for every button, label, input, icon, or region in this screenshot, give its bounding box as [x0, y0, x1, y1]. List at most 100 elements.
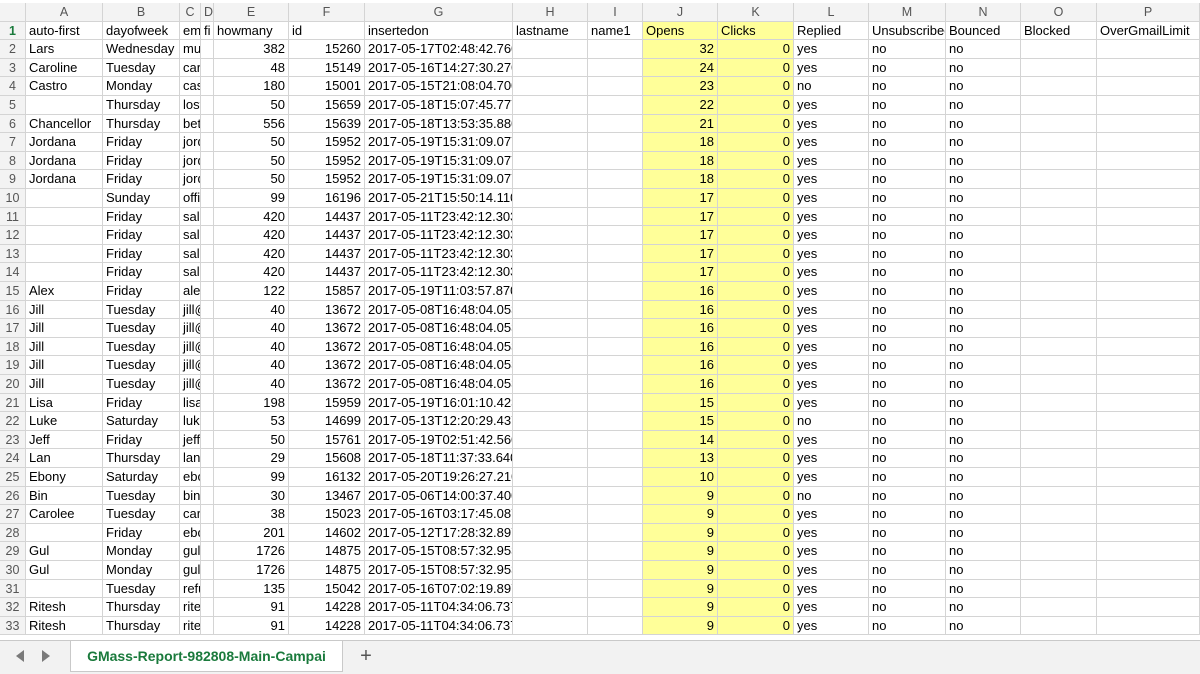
table-cell[interactable] — [1097, 244, 1200, 264]
table-cell[interactable]: lukejo — [180, 412, 201, 431]
table-cell[interactable]: 556 — [214, 114, 289, 134]
table-cell[interactable]: 0 — [718, 40, 794, 59]
table-cell[interactable]: alex@ — [180, 282, 201, 301]
table-cell[interactable]: no — [946, 468, 1021, 487]
table-cell[interactable]: 2017-05-11T04:34:06.737Z — [365, 616, 513, 636]
column-header-l[interactable]: L — [794, 3, 869, 22]
table-cell[interactable]: no — [946, 151, 1021, 171]
select-all-corner[interactable] — [0, 3, 26, 22]
table-cell[interactable]: 0 — [718, 337, 794, 357]
table-cell[interactable]: Bin — [26, 486, 103, 506]
table-cell[interactable]: ebony — [180, 468, 201, 487]
table-cell[interactable]: 16 — [643, 375, 718, 394]
table-cell[interactable]: yes — [794, 114, 869, 134]
table-cell[interactable]: 13672 — [289, 356, 365, 375]
table-cell[interactable]: 50 — [214, 96, 289, 115]
table-cell[interactable]: jill@s — [180, 337, 201, 357]
table-cell[interactable]: Carolee — [26, 505, 103, 524]
table-cell[interactable]: 2017-05-11T23:42:12.303Z — [365, 226, 513, 245]
table-cell[interactable] — [1021, 505, 1097, 524]
table-cell[interactable] — [201, 486, 214, 506]
table-cell[interactable]: 420 — [214, 226, 289, 245]
table-cell[interactable]: 14228 — [289, 616, 365, 636]
column-header-i[interactable]: I — [588, 3, 643, 22]
header-cell-p[interactable]: OverGmailLimit — [1097, 21, 1200, 41]
table-cell[interactable] — [1097, 300, 1200, 320]
row-number[interactable]: 17 — [0, 319, 26, 338]
table-cell[interactable]: yes — [794, 337, 869, 357]
table-cell[interactable]: yes — [794, 523, 869, 543]
table-cell[interactable] — [201, 77, 214, 96]
table-cell[interactable]: 0 — [718, 375, 794, 394]
table-cell[interactable]: Friday — [103, 207, 180, 227]
table-cell[interactable]: 2017-05-18T11:37:33.640Z — [365, 449, 513, 468]
table-cell[interactable]: 2017-05-15T08:57:32.953Z — [365, 561, 513, 580]
table-cell[interactable]: Tuesday — [103, 486, 180, 506]
table-cell[interactable]: 0 — [718, 170, 794, 189]
table-cell[interactable]: 15952 — [289, 170, 365, 189]
table-cell[interactable]: 40 — [214, 375, 289, 394]
table-cell[interactable]: Friday — [103, 263, 180, 282]
table-cell[interactable]: no — [869, 337, 946, 357]
table-cell[interactable]: sales( — [180, 263, 201, 282]
table-cell[interactable]: no — [869, 375, 946, 394]
column-header-m[interactable]: M — [869, 3, 946, 22]
table-cell[interactable] — [1097, 189, 1200, 208]
table-cell[interactable]: 15857 — [289, 282, 365, 301]
table-cell[interactable]: no — [869, 523, 946, 543]
table-cell[interactable]: 10 — [643, 468, 718, 487]
table-cell[interactable]: 0 — [718, 300, 794, 320]
table-cell[interactable] — [1021, 486, 1097, 506]
table-cell[interactable]: 0 — [718, 393, 794, 413]
table-cell[interactable]: 13672 — [289, 319, 365, 338]
table-cell[interactable]: no — [869, 598, 946, 617]
add-sheet-icon[interactable]: + — [356, 644, 376, 668]
table-cell[interactable]: Tuesday — [103, 505, 180, 524]
row-number[interactable]: 27 — [0, 505, 26, 524]
table-cell[interactable]: 201 — [214, 523, 289, 543]
column-header-e[interactable]: E — [214, 3, 289, 22]
table-cell[interactable]: 15959 — [289, 393, 365, 413]
table-cell[interactable]: Alex — [26, 282, 103, 301]
table-cell[interactable] — [588, 449, 643, 468]
table-cell[interactable] — [513, 468, 588, 487]
table-cell[interactable]: Lan — [26, 449, 103, 468]
table-cell[interactable] — [201, 356, 214, 375]
table-cell[interactable]: Thursday — [103, 114, 180, 134]
table-cell[interactable]: 17 — [643, 189, 718, 208]
table-cell[interactable] — [513, 523, 588, 543]
table-cell[interactable]: Tuesday — [103, 375, 180, 394]
table-cell[interactable]: 50 — [214, 430, 289, 450]
table-cell[interactable]: 198 — [214, 393, 289, 413]
table-cell[interactable] — [513, 579, 588, 599]
table-cell[interactable]: 0 — [718, 486, 794, 506]
table-cell[interactable]: Jordana — [26, 151, 103, 171]
table-cell[interactable] — [1097, 430, 1200, 450]
table-cell[interactable] — [1097, 207, 1200, 227]
row-number[interactable]: 28 — [0, 523, 26, 543]
table-cell[interactable]: no — [869, 319, 946, 338]
table-cell[interactable] — [588, 393, 643, 413]
table-cell[interactable]: 9 — [643, 523, 718, 543]
table-cell[interactable] — [201, 393, 214, 413]
row-number[interactable]: 19 — [0, 356, 26, 375]
row-number[interactable]: 21 — [0, 393, 26, 413]
table-cell[interactable]: 1726 — [214, 542, 289, 561]
table-cell[interactable]: 0 — [718, 319, 794, 338]
table-cell[interactable] — [201, 207, 214, 227]
table-cell[interactable]: no — [869, 189, 946, 208]
table-cell[interactable]: no — [946, 170, 1021, 189]
table-cell[interactable] — [201, 151, 214, 171]
row-number[interactable]: 23 — [0, 430, 26, 450]
row-number[interactable]: 1 — [0, 21, 26, 41]
table-cell[interactable]: 2017-05-08T16:48:04.053Z — [365, 337, 513, 357]
row-number[interactable]: 33 — [0, 616, 26, 636]
table-cell[interactable] — [1097, 393, 1200, 413]
table-cell[interactable] — [588, 263, 643, 282]
table-cell[interactable] — [26, 189, 103, 208]
table-cell[interactable] — [513, 561, 588, 580]
table-cell[interactable]: no — [869, 542, 946, 561]
table-cell[interactable]: Saturday — [103, 468, 180, 487]
table-cell[interactable]: 0 — [718, 523, 794, 543]
table-cell[interactable]: 2017-05-16T14:27:30.270Z — [365, 58, 513, 78]
